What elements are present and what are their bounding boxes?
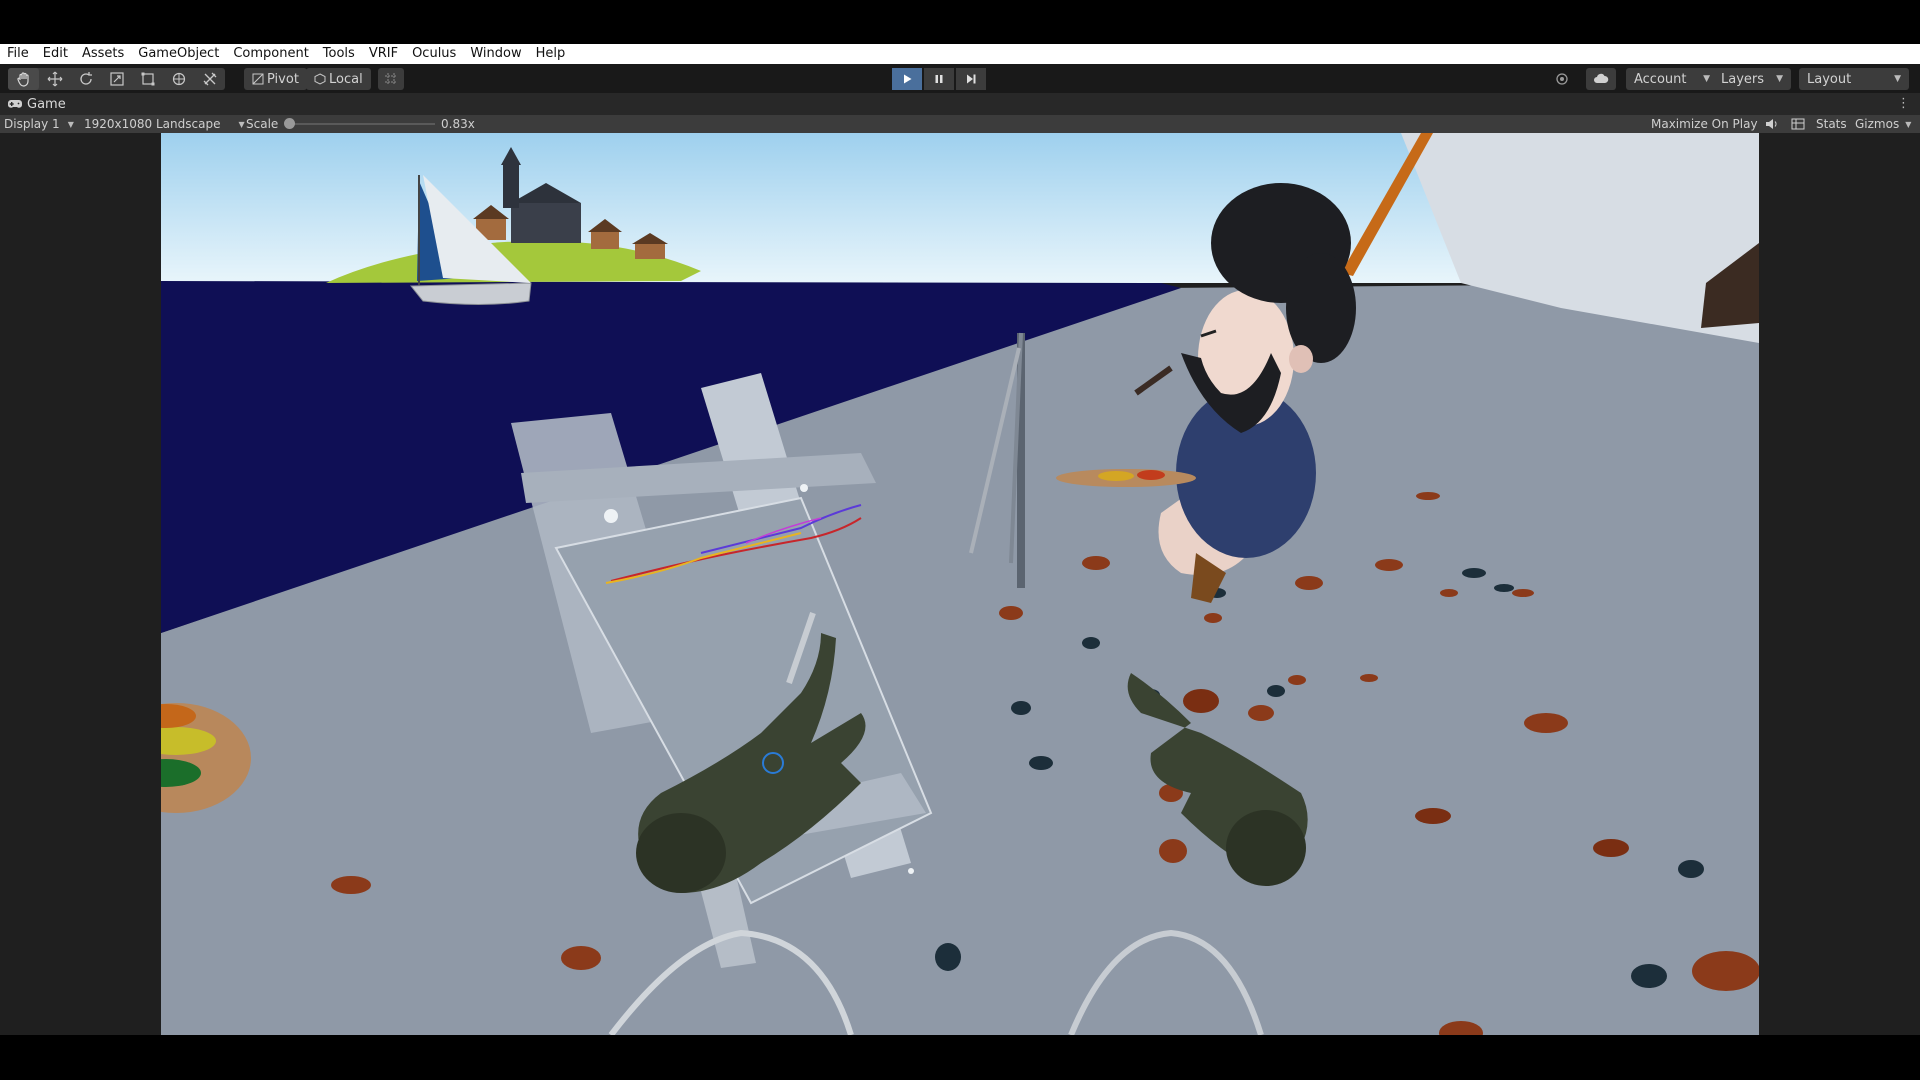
rotate-tool-icon[interactable] xyxy=(70,68,101,90)
main-toolbar: Pivot Local Account ▼ Layers ▼ Layout ▼ xyxy=(0,64,1920,93)
menu-vrif[interactable]: VRIF xyxy=(362,44,405,64)
stats-label: Stats xyxy=(1816,117,1847,131)
pivot-label: Pivot xyxy=(267,71,299,87)
menu-edit[interactable]: Edit xyxy=(36,44,75,64)
resolution-dropdown[interactable]: 1920x1080 Landscape ▼ xyxy=(84,115,245,133)
tab-game-label: Game xyxy=(27,96,66,112)
menu-assets[interactable]: Assets xyxy=(75,44,131,64)
transform-tools xyxy=(8,68,225,90)
layers-label: Layers xyxy=(1721,71,1765,87)
kebab-menu-icon[interactable]: ⋮ xyxy=(1897,93,1910,115)
chevron-down-icon: ▼ xyxy=(238,119,245,129)
grid-icon xyxy=(1791,118,1805,130)
chevron-down-icon: ▼ xyxy=(1703,74,1710,84)
display-dropdown[interactable]: Display 1 ▼ xyxy=(4,115,74,133)
menu-help[interactable]: Help xyxy=(529,44,573,64)
chevron-down-icon: ▼ xyxy=(67,119,74,129)
collab-icon xyxy=(1556,73,1568,85)
account-dropdown[interactable]: Account ▼ xyxy=(1626,68,1718,90)
local-label: Local xyxy=(329,71,363,87)
speaker-icon xyxy=(1766,119,1777,129)
gamepad-icon xyxy=(8,100,22,108)
step-button[interactable] xyxy=(956,68,986,90)
cloud-icon xyxy=(1594,73,1609,83)
pause-icon xyxy=(935,75,943,83)
pivot-icon xyxy=(252,73,264,85)
game-render xyxy=(161,133,1759,1035)
gizmos-dropdown[interactable]: Gizmos ▼ xyxy=(1855,115,1911,133)
game-tab-bar: Game ⋮ xyxy=(0,93,1920,115)
transform-tool-icon[interactable] xyxy=(163,68,194,90)
menu-file[interactable]: File xyxy=(0,44,36,64)
playback-controls xyxy=(892,68,986,90)
scale-tool-icon[interactable] xyxy=(101,68,132,90)
chevron-down-icon: ▼ xyxy=(1776,74,1783,84)
grid-snap-icon xyxy=(385,73,397,85)
pivot-toggle[interactable]: Pivot xyxy=(244,68,307,90)
gizmos-label: Gizmos xyxy=(1855,117,1900,131)
local-toggle[interactable]: Local xyxy=(306,68,371,90)
menu-window[interactable]: Window xyxy=(463,44,528,64)
local-icon xyxy=(314,73,326,85)
scale-label: Scale xyxy=(246,117,279,131)
layout-label: Layout xyxy=(1807,71,1852,87)
rect-tool-icon[interactable] xyxy=(132,68,163,90)
mute-audio-button[interactable] xyxy=(1765,115,1779,133)
account-label: Account xyxy=(1634,71,1687,87)
gizmo-grid-button[interactable] xyxy=(1791,115,1805,133)
hand-tool-icon[interactable] xyxy=(8,68,39,90)
layers-dropdown[interactable]: Layers ▼ xyxy=(1713,68,1791,90)
tab-game[interactable]: Game xyxy=(0,93,74,115)
cloud-button[interactable] xyxy=(1586,68,1616,90)
step-icon xyxy=(967,74,976,84)
play-button[interactable] xyxy=(892,68,922,90)
display-label: Display 1 xyxy=(4,117,60,131)
play-icon xyxy=(904,74,912,84)
scale-value: 0.83x xyxy=(441,117,475,131)
bottom-letterbox xyxy=(0,1035,1920,1080)
chevron-down-icon: ▼ xyxy=(1894,74,1901,84)
maximize-on-play-toggle[interactable]: Maximize On Play xyxy=(1651,115,1758,133)
menu-bar: File Edit Assets GameObject Component To… xyxy=(0,44,1920,64)
collab-button[interactable] xyxy=(1548,68,1576,90)
game-viewport[interactable] xyxy=(161,133,1759,1035)
stats-button[interactable]: Stats xyxy=(1816,115,1847,133)
move-tool-icon[interactable] xyxy=(39,68,70,90)
grid-snap-button[interactable] xyxy=(378,68,404,90)
menu-component[interactable]: Component xyxy=(226,44,315,64)
menu-gameobject[interactable]: GameObject xyxy=(131,44,226,64)
menu-oculus[interactable]: Oculus xyxy=(405,44,463,64)
pause-button[interactable] xyxy=(924,68,954,90)
custom-tool-icon[interactable] xyxy=(194,68,225,90)
resolution-label: 1920x1080 Landscape xyxy=(84,117,221,131)
scale-slider-handle[interactable] xyxy=(284,118,295,129)
layout-dropdown[interactable]: Layout ▼ xyxy=(1799,68,1909,90)
scale-slider-track[interactable] xyxy=(290,123,435,125)
game-view-bar: Display 1 ▼ 1920x1080 Landscape ▼ Scale … xyxy=(0,115,1920,133)
menu-tools[interactable]: Tools xyxy=(316,44,362,64)
chevron-down-icon: ▼ xyxy=(1905,119,1912,129)
maximize-label: Maximize On Play xyxy=(1651,117,1758,131)
